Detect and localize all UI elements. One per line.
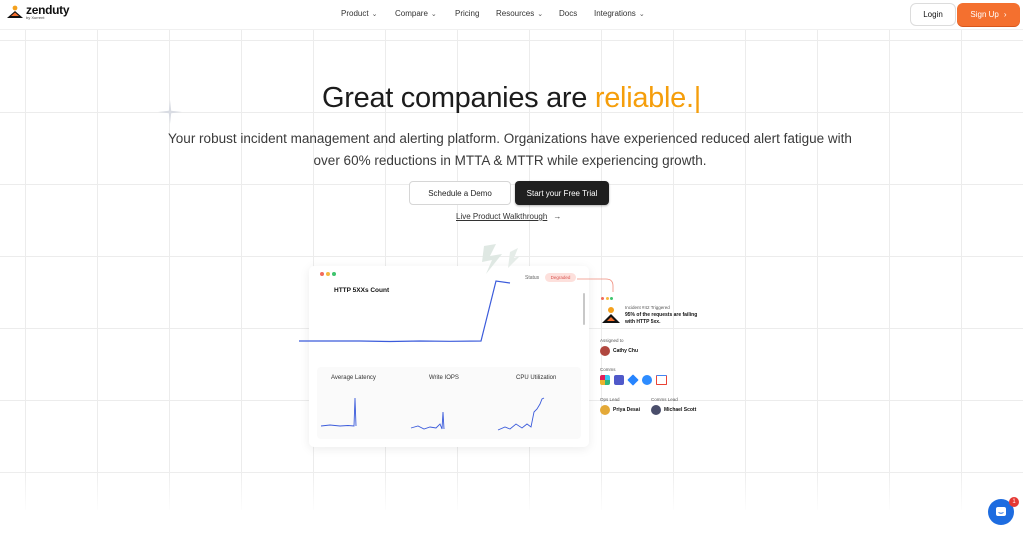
comms-lead-label: Comms Lead: [651, 397, 678, 402]
incident-message-line: 95% of the requests are failing: [625, 312, 698, 318]
hero-subtitle: Your robust incident management and aler…: [160, 128, 860, 172]
zenduty-logo-icon: [602, 307, 620, 323]
nav-item-label: Compare: [395, 9, 428, 18]
assigned-label: Assigned to: [600, 338, 624, 343]
chevron-down-icon: ⌄: [537, 10, 544, 18]
nav-item-label: Product: [341, 9, 369, 18]
chart-title: HTTP 5XXs Count: [334, 287, 390, 294]
hero-subtitle-line: over 60% reductions in MTTA & MTTR while…: [313, 153, 707, 168]
ops-lead-label: Ops Lead: [600, 397, 620, 402]
hero-subtitle-line: Your robust incident management and aler…: [168, 131, 852, 146]
nav-item-integrations[interactable]: Integrations ⌄: [594, 9, 645, 18]
hero-title-accent: reliable.|: [594, 82, 701, 114]
chevron-down-icon: ⌄: [430, 10, 437, 18]
window-dots: [320, 272, 336, 276]
metric-label-iops: Write IOPS: [429, 375, 459, 381]
free-trial-button[interactable]: Start your Free Trial: [515, 181, 609, 205]
nav-item-product[interactable]: Product ⌄: [341, 9, 395, 18]
nav-item-label: Pricing: [455, 9, 480, 18]
jira-icon[interactable]: [627, 374, 639, 386]
avatar: [651, 405, 661, 415]
nav-item-pricing[interactable]: Pricing: [455, 9, 496, 18]
signup-label: Sign Up: [970, 10, 999, 19]
nav-item-compare[interactable]: Compare ⌄: [395, 9, 455, 18]
comms-icons: [600, 374, 667, 386]
comms-lead-name: Michael Scott: [664, 407, 697, 413]
slack-icon[interactable]: [600, 375, 610, 385]
yellow-dot-icon: [605, 297, 609, 300]
hero-title: Great companies are reliable.|: [0, 82, 1023, 115]
bottom-fade: [0, 470, 1023, 533]
status-badge: Degraded: [545, 273, 576, 282]
status-label: Status: [525, 275, 540, 281]
notification-badge: 1: [1009, 497, 1019, 507]
green-dot-icon: [610, 297, 613, 300]
chat-icon: [996, 507, 1006, 516]
signup-button[interactable]: Sign Up ›: [957, 3, 1020, 26]
incident-panel: Incident #42 Triggered 95% of the reques…: [598, 296, 738, 426]
metric-label-latency: Average Latency: [331, 375, 376, 381]
zenduty-logo-icon: [7, 5, 23, 18]
yellow-dot-icon: [326, 272, 330, 276]
nav-menu: Product ⌄ Compare ⌄ Pricing Resources ⌄ Doc…: [341, 9, 645, 18]
nav-item-label: Docs: [559, 9, 578, 18]
arrow-right-icon: →: [553, 212, 562, 221]
incident-message-line: with HTTP 5xx.: [625, 319, 661, 325]
top-navbar: zenduty by Xurrent Product ⌄ Compare ⌄ Pri…: [0, 0, 1023, 30]
avatar: [600, 346, 610, 356]
nav-item-resources[interactable]: Resources ⌄: [496, 9, 559, 18]
incident-header: Incident #42 Triggered: [625, 305, 670, 310]
red-dot-icon: [320, 272, 324, 276]
nav-item-docs[interactable]: Docs: [559, 9, 594, 18]
metrics-panel: Average Latency Write IOPS CPU Utilizati…: [317, 367, 581, 439]
hero-title-main: Great companies are: [322, 82, 595, 114]
avatar: [600, 405, 610, 415]
metric-label-cpu: CPU Utilization: [516, 375, 557, 381]
red-dot-icon: [601, 297, 604, 300]
nav-item-label: Resources: [496, 9, 535, 18]
schedule-demo-button[interactable]: Schedule a Demo: [409, 181, 511, 205]
chevron-down-icon: ⌄: [638, 10, 645, 18]
comms-label: Comms: [600, 367, 616, 372]
chevron-right-icon: ›: [1003, 10, 1007, 19]
nav-item-label: Integrations: [594, 9, 636, 18]
assignee-name: Cathy Chu: [613, 348, 638, 354]
walkthrough-label: Live Product Walkthrough: [456, 212, 548, 221]
scrollbar[interactable]: [583, 293, 585, 325]
teams-icon[interactable]: [614, 375, 624, 385]
green-dot-icon: [332, 272, 336, 276]
chevron-down-icon: ⌄: [371, 10, 378, 18]
metrics-dashboard-card: HTTP 5XXs Count Status Degraded Average …: [309, 266, 589, 447]
window-dots: [601, 297, 613, 300]
gmail-icon[interactable]: [656, 375, 667, 385]
ops-lead-name: Priya Desai: [613, 407, 640, 413]
brand-logo[interactable]: zenduty by Xurrent: [6, 4, 70, 20]
zoom-icon[interactable]: [642, 375, 652, 385]
login-button[interactable]: Login: [910, 3, 956, 26]
product-walkthrough-link[interactable]: Live Product Walkthrough →: [456, 212, 561, 221]
